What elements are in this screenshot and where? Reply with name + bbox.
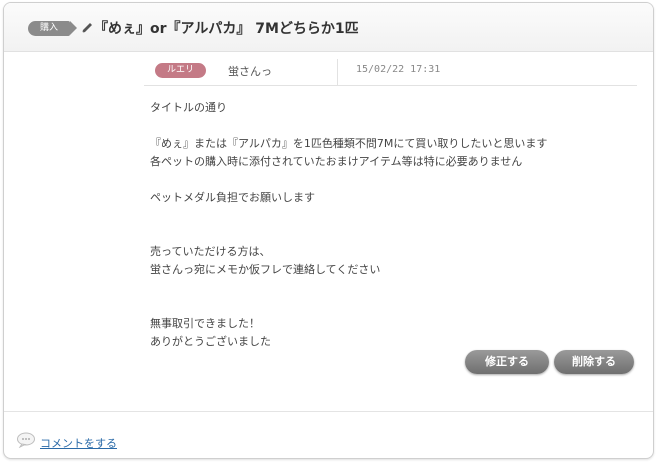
post-timestamp: 15/02/22 17:31: [356, 64, 441, 75]
category-badge: 購入: [28, 21, 77, 36]
post-panel: 購入 『めぇ』or『アルパカ』 7Mどちらか1匹 ルエリ 蛍さんっ 15/02/…: [3, 2, 654, 459]
speech-bubble-icon: [16, 432, 36, 449]
body-line: 無事取引できました！: [150, 317, 260, 330]
body-line: [150, 297, 630, 315]
pen-icon: [80, 21, 94, 35]
footer-divider: [4, 411, 653, 412]
post-meta: ルエリ 蛍さんっ 15/02/22 17:31: [144, 59, 637, 86]
body-line: ありがとうございました: [150, 335, 271, 348]
body-line: 各ペットの購入時に添付されていたおまけアイテム等は特に必要ありません: [150, 155, 523, 168]
post-header: 購入 『めぇ』or『アルパカ』 7Mどちらか1匹: [4, 3, 653, 52]
author-name: 蛍さんっ: [228, 65, 272, 78]
body-line: [150, 117, 630, 135]
comment-link[interactable]: コメントをする: [40, 435, 117, 451]
post-body: タイトルの通り 『めぇ』または『アルパカ』を1匹色種類不問7Mにて買い取りしたい…: [150, 99, 630, 351]
body-line: [150, 171, 630, 189]
edit-button[interactable]: 修正する: [465, 350, 549, 374]
body-line: 売っていただける方は、: [150, 245, 271, 258]
body-line: [150, 279, 630, 297]
meta-divider: [337, 59, 338, 85]
body-line: [150, 207, 630, 225]
body-line: 蛍さんっ宛にメモか仮フレで連絡してください: [150, 263, 381, 276]
server-badge: ルエリ: [155, 63, 206, 78]
post-title: 『めぇ』or『アルパカ』 7Mどちらか1匹: [94, 21, 359, 37]
body-line: タイトルの通り: [150, 101, 227, 114]
body-line: 『めぇ』または『アルパカ』を1匹色種類不問7Mにて買い取りしたいと思います: [150, 137, 548, 150]
body-line: [150, 225, 630, 243]
delete-button[interactable]: 削除する: [554, 350, 634, 374]
body-line: ペットメダル負担でお願いします: [150, 191, 315, 204]
